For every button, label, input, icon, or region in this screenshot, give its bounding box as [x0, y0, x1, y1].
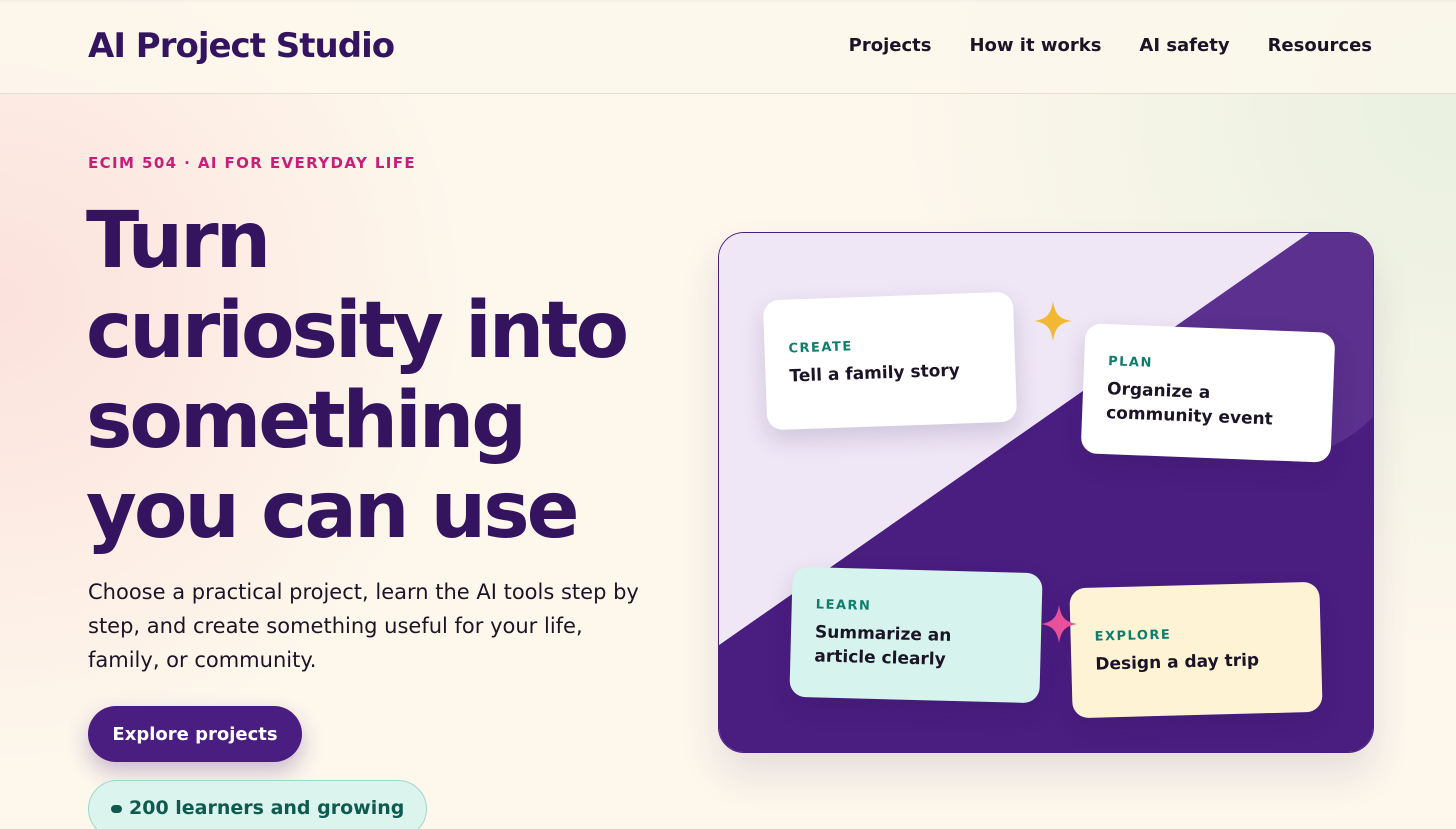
headline-line: curiosity into [86, 286, 629, 376]
headline-line: you can use [86, 466, 580, 556]
sparkle-pink-icon [1041, 605, 1077, 643]
card-title: Tell a family story [789, 360, 961, 387]
badge-label: 200 learners and growing [129, 797, 405, 819]
card-kicker: CREATE [788, 338, 853, 357]
project-card-explore[interactable]: EXPLORE Design a day trip [1069, 581, 1323, 719]
hero-subcopy: Choose a practical project, learn the AI… [88, 580, 639, 672]
learners-badge: 200 learners and growing [88, 780, 428, 829]
nav-projects[interactable]: Projects [849, 35, 932, 56]
card-title: Summarize an article clearly [814, 621, 952, 670]
course-eyebrow: ECIM 504 · AI FOR EVERYDAY LIFE [88, 154, 417, 172]
card-kicker: LEARN [815, 596, 872, 614]
hero-headline: Turn curiosity into something you can us… [86, 196, 686, 556]
main-nav: Projects How it works AI safety Resource… [849, 35, 1372, 56]
headline-line: Turn [86, 196, 271, 286]
card-kicker: EXPLORE [1094, 627, 1172, 645]
nav-ai-safety[interactable]: AI safety [1139, 35, 1229, 56]
project-card-create[interactable]: CREATE Tell a family story [762, 291, 1018, 431]
card-title: Organize a community event [1105, 378, 1274, 429]
nav-resources[interactable]: Resources [1268, 35, 1372, 56]
project-card-plan[interactable]: PLAN Organize a community event [1080, 323, 1336, 463]
headline-line: something [86, 376, 527, 466]
badge-dot-icon [111, 805, 122, 813]
explore-projects-button[interactable]: Explore projects [88, 706, 302, 762]
sparkle-yellow-icon [1034, 301, 1072, 341]
brand-logo[interactable]: AI Project Studio [88, 26, 395, 66]
card-title: Design a day trip [1095, 649, 1260, 675]
site-header: AI Project Studio Projects How it works … [0, 0, 1456, 94]
nav-how-it-works[interactable]: How it works [969, 35, 1101, 56]
card-kicker: PLAN [1107, 353, 1154, 371]
project-illustration-panel: CREATE Tell a family story PLAN Organize… [718, 232, 1374, 753]
project-card-learn[interactable]: LEARN Summarize an article clearly [789, 566, 1043, 704]
